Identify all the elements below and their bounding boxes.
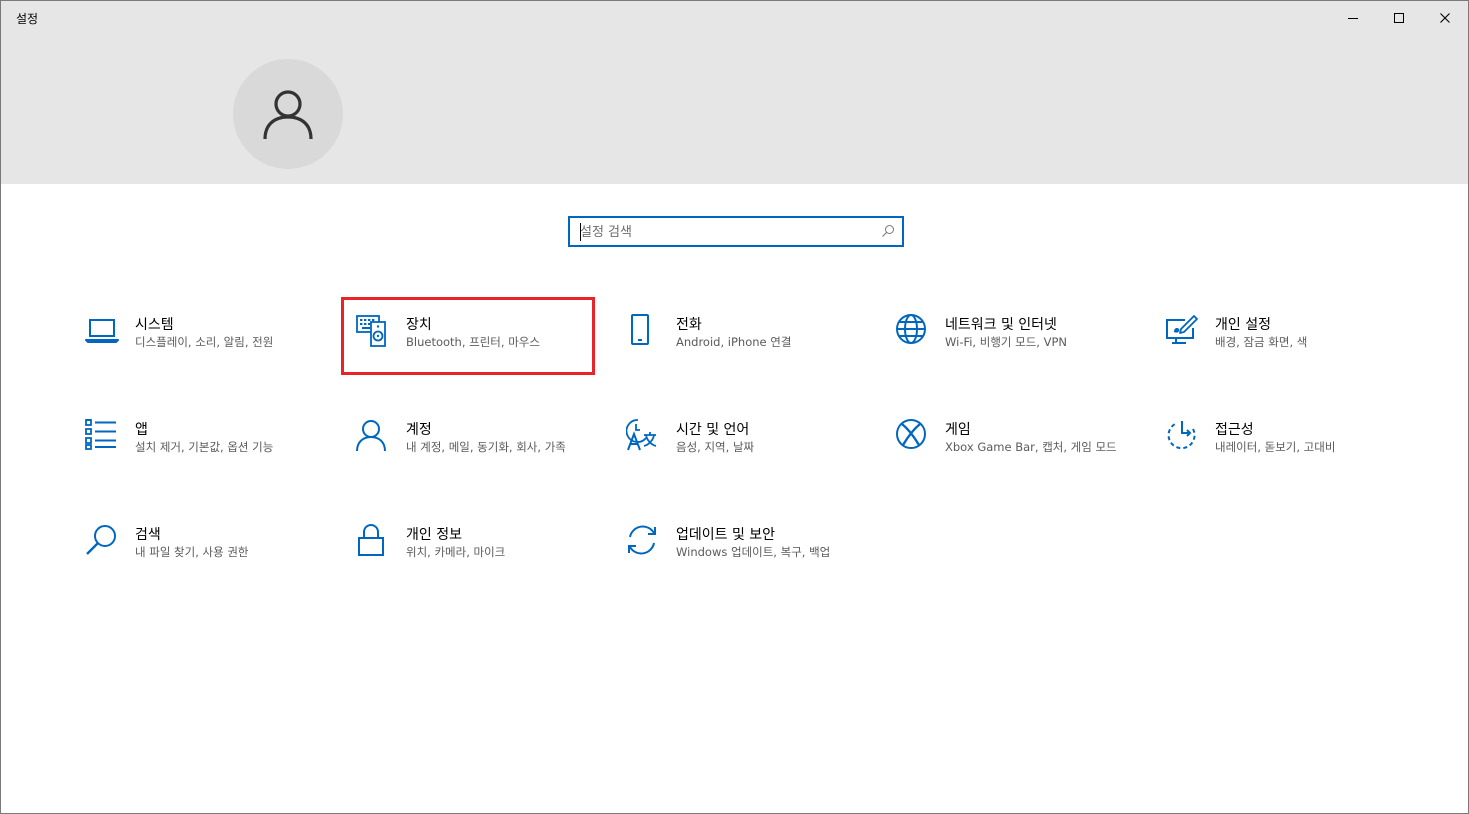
tile-update-security-title: 업데이트 및 보안: [676, 527, 776, 543]
tile-personalization[interactable]: 개인 설정 배경, 잠금 화면, 색: [1165, 314, 1415, 384]
settings-search-box[interactable]: [568, 216, 904, 247]
tile-devices[interactable]: 장치 Bluetooth, 프린터, 마우스: [356, 314, 606, 384]
minimize-button[interactable]: [1330, 1, 1376, 34]
tile-ease-of-access[interactable]: 접근성 내레이터, 돋보기, 고대비: [1165, 419, 1415, 489]
time-language-icon: [626, 419, 657, 451]
account-header: [1, 34, 1468, 184]
tile-phone-description: Android, iPhone 연결: [676, 335, 792, 349]
tile-time-language-description: 음성, 지역, 날짜: [676, 440, 755, 454]
tile-update-security[interactable]: 업데이트 및 보안 Windows 업데이트, 복구, 백업: [626, 524, 876, 594]
title-bar: 설정: [1, 1, 1468, 34]
avatar[interactable]: [233, 59, 343, 169]
tile-devices-title: 장치: [406, 317, 432, 333]
tile-gaming[interactable]: 게임 Xbox Game Bar, 캡처, 게임 모드: [895, 419, 1145, 489]
maximize-button[interactable]: [1376, 1, 1422, 34]
tile-privacy[interactable]: 개인 정보 위치, 카메라, 마이크: [356, 524, 606, 594]
phone-icon: [631, 314, 649, 345]
lock-icon: [358, 524, 384, 556]
tile-ease-of-access-title: 접근성: [1215, 422, 1254, 438]
tile-gaming-description: Xbox Game Bar, 캡처, 게임 모드: [945, 440, 1117, 454]
user-avatar-icon: [263, 90, 313, 140]
devices-icon: [356, 315, 386, 347]
tile-network[interactable]: 네트워크 및 인터넷 Wi-Fi, 비행기 모드, VPN: [895, 314, 1145, 384]
tile-personalization-description: 배경, 잠금 화면, 색: [1215, 335, 1308, 349]
magnifier-icon: [86, 525, 116, 555]
tile-time-language[interactable]: 시간 및 언어 음성, 지역, 날짜: [626, 419, 876, 489]
sync-icon: [628, 525, 656, 555]
text-caret: [580, 223, 581, 241]
person-icon: [356, 420, 386, 452]
close-button[interactable]: [1422, 1, 1468, 34]
tile-system[interactable]: 시스템 디스플레이, 소리, 알림, 전원: [85, 314, 335, 384]
tile-search-title: 검색: [135, 527, 161, 543]
minimize-icon: [1348, 17, 1358, 19]
ease-of-access-icon: [1167, 421, 1196, 450]
tile-search[interactable]: 검색 내 파일 찾기, 사용 권한: [85, 524, 335, 594]
tile-time-language-title: 시간 및 언어: [676, 422, 750, 438]
globe-icon: [896, 314, 926, 344]
tile-search-description: 내 파일 찾기, 사용 권한: [135, 545, 249, 559]
xbox-icon: [896, 419, 926, 449]
tile-accounts[interactable]: 계정 내 계정, 메일, 동기화, 회사, 가족: [356, 419, 606, 489]
tile-system-title: 시스템: [135, 317, 174, 333]
apps-list-icon: [85, 419, 116, 450]
close-icon: [1440, 12, 1450, 23]
tile-privacy-title: 개인 정보: [406, 527, 462, 543]
tile-gaming-title: 게임: [945, 422, 971, 438]
tile-apps-title: 앱: [135, 422, 148, 438]
tile-personalization-title: 개인 설정: [1215, 317, 1271, 333]
tile-update-security-description: Windows 업데이트, 복구, 백업: [676, 545, 831, 559]
maximize-icon: [1394, 12, 1404, 23]
window-title: 설정: [16, 12, 39, 26]
tile-ease-of-access-description: 내레이터, 돋보기, 고대비: [1215, 440, 1336, 454]
settings-window: 설정 시스템 디스플레이, 소리,: [0, 0, 1469, 814]
tile-accounts-title: 계정: [406, 422, 432, 438]
search-icon: [882, 225, 894, 237]
tile-phone[interactable]: 전화 Android, iPhone 연결: [626, 314, 876, 384]
tile-accounts-description: 내 계정, 메일, 동기화, 회사, 가족: [406, 440, 566, 454]
tile-apps-description: 설치 제거, 기본값, 옵션 기능: [135, 440, 274, 454]
tile-apps[interactable]: 앱 설치 제거, 기본값, 옵션 기능: [85, 419, 335, 489]
tile-system-description: 디스플레이, 소리, 알림, 전원: [135, 335, 274, 349]
tile-devices-description: Bluetooth, 프린터, 마우스: [406, 335, 540, 349]
tile-phone-title: 전화: [676, 317, 702, 333]
tile-network-title: 네트워크 및 인터넷: [945, 317, 1057, 333]
personalization-icon: [1166, 315, 1198, 344]
search-input[interactable]: [580, 222, 870, 242]
laptop-icon: [85, 319, 119, 343]
tile-network-description: Wi-Fi, 비행기 모드, VPN: [945, 335, 1068, 349]
tile-privacy-description: 위치, 카메라, 마이크: [406, 545, 506, 559]
